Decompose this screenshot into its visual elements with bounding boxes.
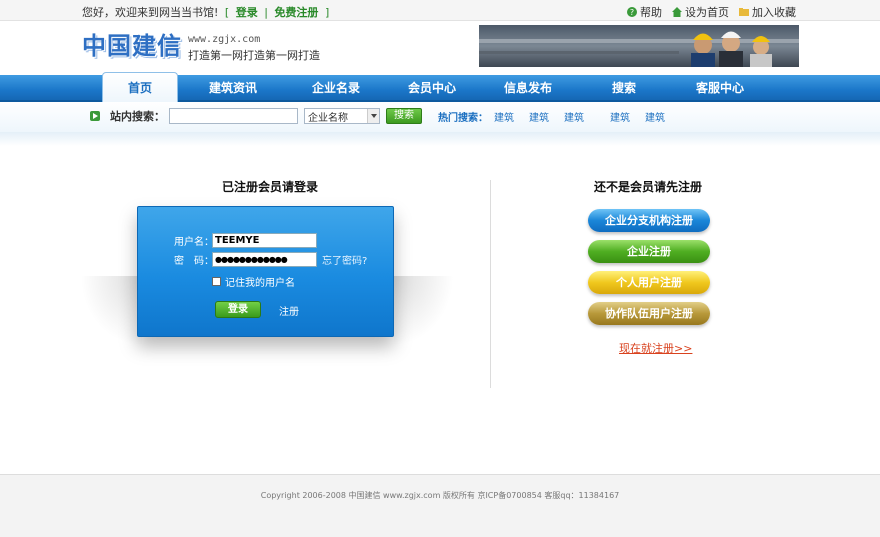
folder-icon bbox=[739, 8, 749, 16]
login-button[interactable]: 登录 bbox=[215, 301, 261, 318]
logo-url: www.zgjx.com bbox=[188, 34, 261, 45]
search-type-select[interactable]: 企业名称 bbox=[304, 108, 380, 124]
top-bar-right: ? 帮助 设为首页 加入收藏 bbox=[627, 4, 796, 20]
login-link[interactable]: 登录 bbox=[236, 6, 258, 19]
hot-search-word[interactable]: 建筑 bbox=[610, 109, 630, 124]
nav-item-directory[interactable]: 企业名录 bbox=[288, 75, 384, 102]
hot-search-word[interactable]: 建筑 bbox=[529, 109, 549, 124]
hot-search-word[interactable]: 建筑 bbox=[645, 109, 665, 124]
remember-checkbox[interactable] bbox=[212, 277, 221, 286]
nav-item-home[interactable]: 首页 bbox=[102, 72, 178, 102]
help-link[interactable]: ? 帮助 bbox=[627, 4, 662, 20]
logo-slogan: 打造第一网打造第一网打造 bbox=[188, 49, 320, 62]
login-form: 用户名： TEEMYE 密 码： ●●●●●●●●●●●● 忘了密码? 记住我的… bbox=[137, 206, 394, 337]
branch-register-button[interactable]: 企业分支机构注册 bbox=[588, 209, 710, 232]
hot-search-label: 热门搜索： bbox=[438, 112, 488, 124]
nav-item-search[interactable]: 搜索 bbox=[576, 75, 672, 102]
nav-item-news[interactable]: 建筑资讯 bbox=[178, 75, 288, 102]
footer: Copyright 2006-2008 中国建信 www.zgjx.com 版权… bbox=[0, 474, 880, 537]
username-input[interactable]: TEEMYE bbox=[212, 233, 317, 248]
home-icon bbox=[672, 7, 682, 17]
main-nav: 首页 建筑资讯 企业名录 会员中心 信息发布 搜索 客服中心 bbox=[0, 72, 880, 102]
register-now-link[interactable]: 现在就注册>> bbox=[619, 340, 692, 356]
signup-title: 还不是会员请先注册 bbox=[594, 180, 703, 194]
search-input[interactable] bbox=[169, 108, 298, 124]
header: 中国建信 www.zgjx.com 打造第一网打造第一网打造 bbox=[0, 21, 880, 75]
column-divider bbox=[490, 180, 491, 388]
header-banner-image bbox=[479, 25, 799, 67]
main-content: 已注册会员请登录 用户名： TEEMYE 密 码： ●●●●●●●●●●●● 忘… bbox=[0, 146, 880, 474]
set-home-link[interactable]: 设为首页 bbox=[672, 4, 729, 20]
personal-register-button[interactable]: 个人用户注册 bbox=[588, 271, 710, 294]
hot-search-word[interactable]: 建筑 bbox=[494, 109, 514, 124]
top-bar-left: 您好，欢迎来到网当当书馆! [ 登录 | 免费注册 ] bbox=[82, 6, 330, 19]
search-bar: 站内搜索： 企业名称 搜索 热门搜索： 建筑 建筑 建筑 建筑 建筑 bbox=[0, 102, 880, 132]
team-register-button[interactable]: 协作队伍用户注册 bbox=[588, 302, 710, 325]
top-bar: 您好，欢迎来到网当当书馆! [ 登录 | 免费注册 ] ? 帮助 设为首页 加入… bbox=[0, 0, 880, 21]
username-label: 用户名： bbox=[174, 237, 214, 248]
remember-label: 记住我的用户名 bbox=[225, 278, 295, 289]
login-title: 已注册会员请登录 bbox=[222, 180, 319, 194]
company-register-button[interactable]: 企业注册 bbox=[588, 240, 710, 263]
register-link-form[interactable]: 注册 bbox=[279, 303, 299, 318]
password-input[interactable]: ●●●●●●●●●●●● bbox=[212, 252, 317, 267]
nav-item-publish[interactable]: 信息发布 bbox=[480, 75, 576, 102]
chevron-down-icon bbox=[367, 109, 379, 123]
register-link[interactable]: 免费注册 bbox=[274, 6, 318, 19]
bookmark-link[interactable]: 加入收藏 bbox=[739, 4, 796, 20]
arrow-right-icon bbox=[90, 111, 100, 121]
search-button[interactable]: 搜索 bbox=[386, 108, 422, 124]
password-label: 密 码： bbox=[174, 256, 214, 267]
nav-item-service[interactable]: 客服中心 bbox=[672, 75, 768, 102]
logo-text: 中国建信 bbox=[82, 32, 182, 60]
help-icon: ? bbox=[627, 7, 637, 17]
site-logo[interactable]: 中国建信 www.zgjx.com 打造第一网打造第一网打造 bbox=[82, 31, 320, 63]
svg-text:?: ? bbox=[630, 8, 634, 17]
forgot-password-link[interactable]: 忘了密码? bbox=[322, 252, 367, 267]
greeting-text: 您好，欢迎来到网当当书馆! bbox=[82, 6, 219, 19]
hot-search-word[interactable]: 建筑 bbox=[564, 109, 584, 124]
hot-search: 热门搜索： 建筑 建筑 建筑 建筑 建筑 bbox=[438, 109, 680, 124]
search-label: 站内搜索： bbox=[110, 110, 165, 123]
copyright-text: Copyright 2006-2008 中国建信 www.zgjx.com 版权… bbox=[260, 491, 620, 500]
nav-item-member[interactable]: 会员中心 bbox=[384, 75, 480, 102]
workers-photo bbox=[691, 31, 772, 67]
